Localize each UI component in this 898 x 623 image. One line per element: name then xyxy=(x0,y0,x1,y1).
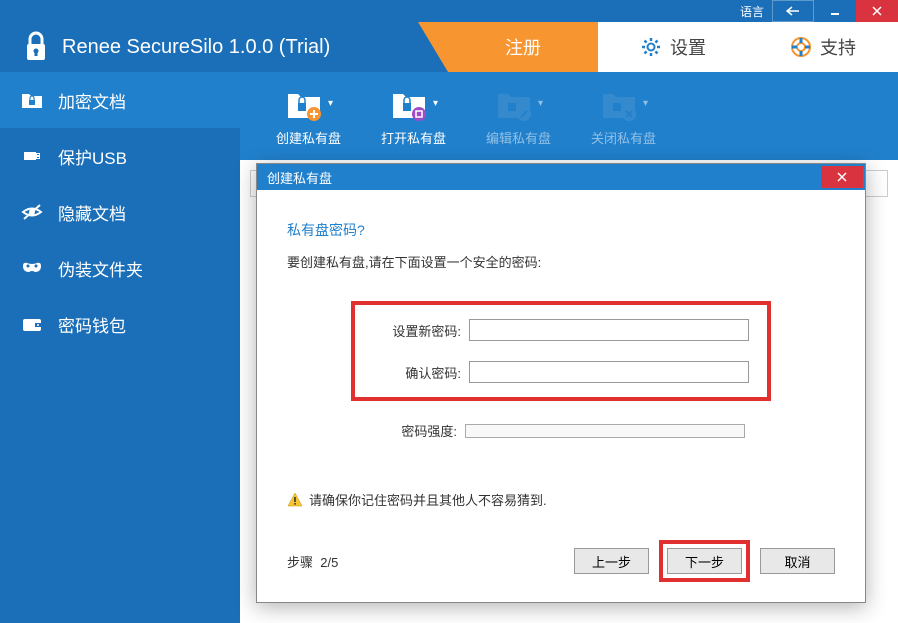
sidebar-item-wallet[interactable]: 密码钱包 xyxy=(0,296,240,352)
close-button[interactable] xyxy=(856,0,898,22)
folder-close-icon xyxy=(599,86,639,122)
toolbar: ▾ 创建私有盘 ▾ 打开私有盘 ▾ 编辑私有盘 xyxy=(240,72,898,160)
minimize-button[interactable] xyxy=(814,0,856,22)
prev-button[interactable]: 上一步 xyxy=(574,548,649,574)
toolbar-create-button[interactable]: ▾ 创建私有盘 xyxy=(256,72,361,160)
create-disk-dialog: 创建私有盘 私有盘密码? 要创建私有盘,请在下面设置一个安全的密码: 设置新密码… xyxy=(256,163,866,603)
toolbar-btn-label: 创建私有盘 xyxy=(276,128,341,147)
toolbar-btn-label: 关闭私有盘 xyxy=(591,128,656,147)
tab-register-label: 注册 xyxy=(505,34,541,60)
strength-bar xyxy=(465,424,745,438)
dialog-close-button[interactable] xyxy=(821,166,863,188)
warning-text: 请确保你记住密码并且其他人不容易猜到. xyxy=(309,490,547,509)
next-button-highlight: 下一步 xyxy=(659,540,750,582)
warning-icon xyxy=(287,492,303,508)
folder-open-icon xyxy=(389,86,429,122)
password-strength-row: 密码强度: xyxy=(351,421,771,440)
step-indicator: 步骤 2/5 xyxy=(287,552,338,571)
set-password-label: 设置新密码: xyxy=(371,321,461,340)
folder-edit-icon xyxy=(494,86,534,122)
language-label[interactable]: 语言 xyxy=(740,3,764,20)
sidebar: 加密文档 保护USB 隐藏文档 伪装文件夹 密码钱包 xyxy=(0,72,240,623)
sidebar-item-hide[interactable]: 隐藏文档 xyxy=(0,184,240,240)
header-tabs: 注册 设置 支持 xyxy=(448,22,898,72)
toolbar-btn-label: 打开私有盘 xyxy=(381,128,446,147)
mask-icon xyxy=(20,256,44,280)
sidebar-item-label: 保护USB xyxy=(58,144,127,169)
set-password-input[interactable] xyxy=(469,319,749,341)
usb-icon xyxy=(20,144,44,168)
sidebar-item-label: 伪装文件夹 xyxy=(58,256,143,281)
sidebar-item-label: 加密文档 xyxy=(58,88,126,113)
gear-icon xyxy=(640,36,662,58)
dialog-title: 创建私有盘 xyxy=(267,168,332,187)
toolbar-close-button: ▾ 关闭私有盘 xyxy=(571,72,676,160)
eye-slash-icon xyxy=(20,200,44,224)
titlebar: 语言 xyxy=(0,0,898,22)
tab-settings[interactable]: 设置 xyxy=(598,22,748,72)
confirm-password-row: 确认密码: xyxy=(371,361,751,383)
tab-register[interactable]: 注册 xyxy=(448,22,598,72)
cancel-button[interactable]: 取消 xyxy=(760,548,835,574)
sidebar-item-disguise[interactable]: 伪装文件夹 xyxy=(0,240,240,296)
lifebuoy-icon xyxy=(790,36,812,58)
dialog-body: 私有盘密码? 要创建私有盘,请在下面设置一个安全的密码: 设置新密码: 确认密码… xyxy=(257,190,865,602)
toolbar-open-button[interactable]: ▾ 打开私有盘 xyxy=(361,72,466,160)
lock-icon xyxy=(20,31,52,63)
header: Renee SecureSilo 1.0.0 (Trial) 注册 设置 支持 xyxy=(0,22,898,72)
toolbar-btn-label: 编辑私有盘 xyxy=(486,128,551,147)
dialog-footer: 步骤 2/5 上一步 下一步 取消 xyxy=(287,520,835,582)
strength-label: 密码强度: xyxy=(367,421,457,440)
close-icon xyxy=(871,5,883,17)
tab-support[interactable]: 支持 xyxy=(748,22,898,72)
next-button[interactable]: 下一步 xyxy=(667,548,742,574)
chevron-down-icon: ▾ xyxy=(328,98,333,109)
dialog-heading: 私有盘密码? xyxy=(287,220,835,240)
sidebar-item-label: 隐藏文档 xyxy=(58,200,126,225)
sidebar-item-usb[interactable]: 保护USB xyxy=(0,128,240,184)
confirm-password-input[interactable] xyxy=(469,361,749,383)
password-box-highlight: 设置新密码: 确认密码: xyxy=(351,301,771,401)
tab-support-label: 支持 xyxy=(820,34,856,60)
chevron-down-icon: ▾ xyxy=(433,98,438,109)
back-icon xyxy=(786,6,800,16)
dialog-subtext: 要创建私有盘,请在下面设置一个安全的密码: xyxy=(287,252,835,271)
folder-lock-icon xyxy=(20,88,44,112)
warning-row: 请确保你记住密码并且其他人不容易猜到. xyxy=(287,490,835,509)
close-icon xyxy=(836,171,848,183)
minimize-icon xyxy=(829,5,841,17)
chevron-down-icon: ▾ xyxy=(643,98,648,109)
folder-add-icon xyxy=(284,86,324,122)
chevron-down-icon: ▾ xyxy=(538,98,543,109)
back-button[interactable] xyxy=(772,0,814,22)
set-password-row: 设置新密码: xyxy=(371,319,751,341)
footer-buttons: 上一步 下一步 取消 xyxy=(574,540,835,582)
tab-settings-label: 设置 xyxy=(670,34,706,60)
dialog-titlebar: 创建私有盘 xyxy=(257,164,865,190)
sidebar-item-label: 密码钱包 xyxy=(58,312,126,337)
wallet-icon xyxy=(20,312,44,336)
logo-area: Renee SecureSilo 1.0.0 (Trial) xyxy=(0,31,448,63)
toolbar-edit-button: ▾ 编辑私有盘 xyxy=(466,72,571,160)
app-title: Renee SecureSilo 1.0.0 (Trial) xyxy=(62,36,330,59)
confirm-password-label: 确认密码: xyxy=(371,363,461,382)
sidebar-item-encrypt[interactable]: 加密文档 xyxy=(0,72,240,128)
